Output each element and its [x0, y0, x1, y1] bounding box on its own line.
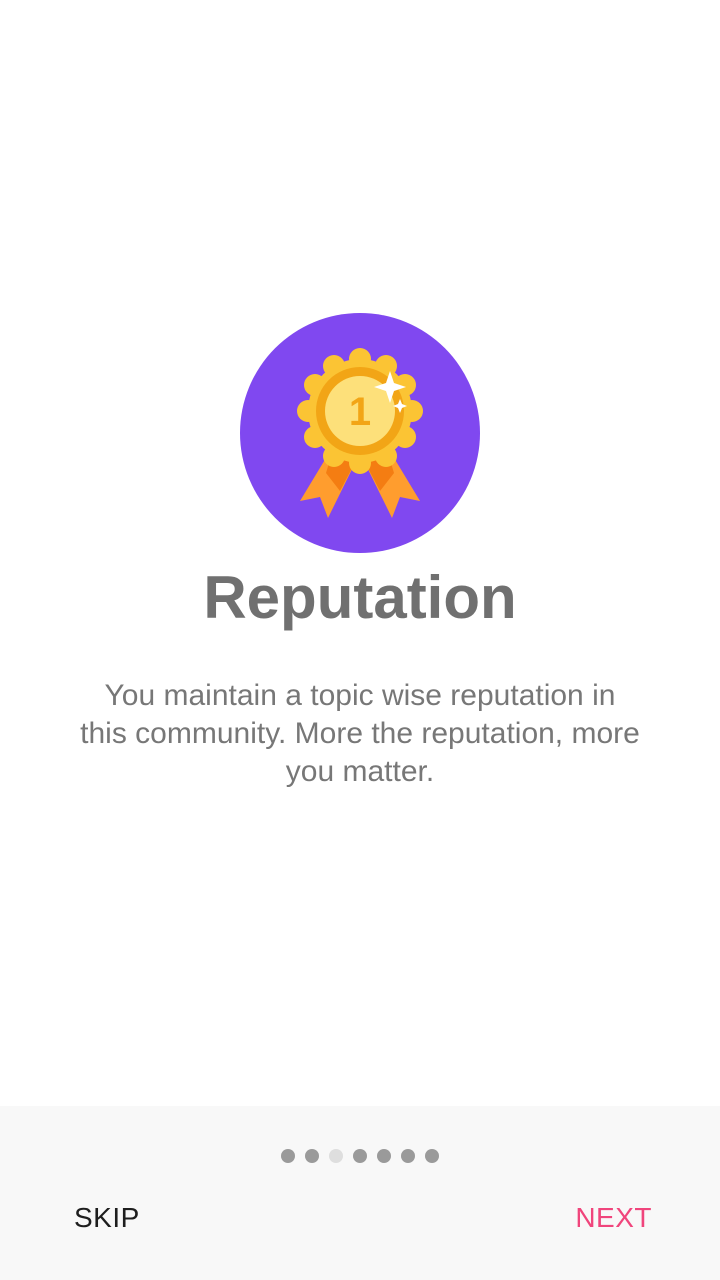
page-dot [401, 1149, 415, 1163]
medal-number: 1 [349, 390, 371, 434]
next-button[interactable]: NEXT [559, 1194, 668, 1242]
page-dot [281, 1149, 295, 1163]
onboarding-slide: 1 Reputation You maintain a topic wise r… [0, 0, 720, 1106]
page-indicator [0, 1149, 720, 1165]
page-dot [305, 1149, 319, 1163]
page-dot-active [329, 1149, 343, 1163]
onboarding-footer: SKIP NEXT [0, 1106, 720, 1280]
page-dot [377, 1149, 391, 1163]
onboarding-screen: 1 Reputation You maintain a topic wise r… [0, 0, 720, 1280]
skip-button[interactable]: SKIP [56, 1194, 158, 1242]
slide-title: Reputation [203, 564, 517, 631]
slide-description: You maintain a topic wise reputation in … [80, 679, 640, 788]
page-dot [425, 1149, 439, 1163]
page-dot [353, 1149, 367, 1163]
medal-ribbon-icon: 1 [240, 313, 480, 553]
